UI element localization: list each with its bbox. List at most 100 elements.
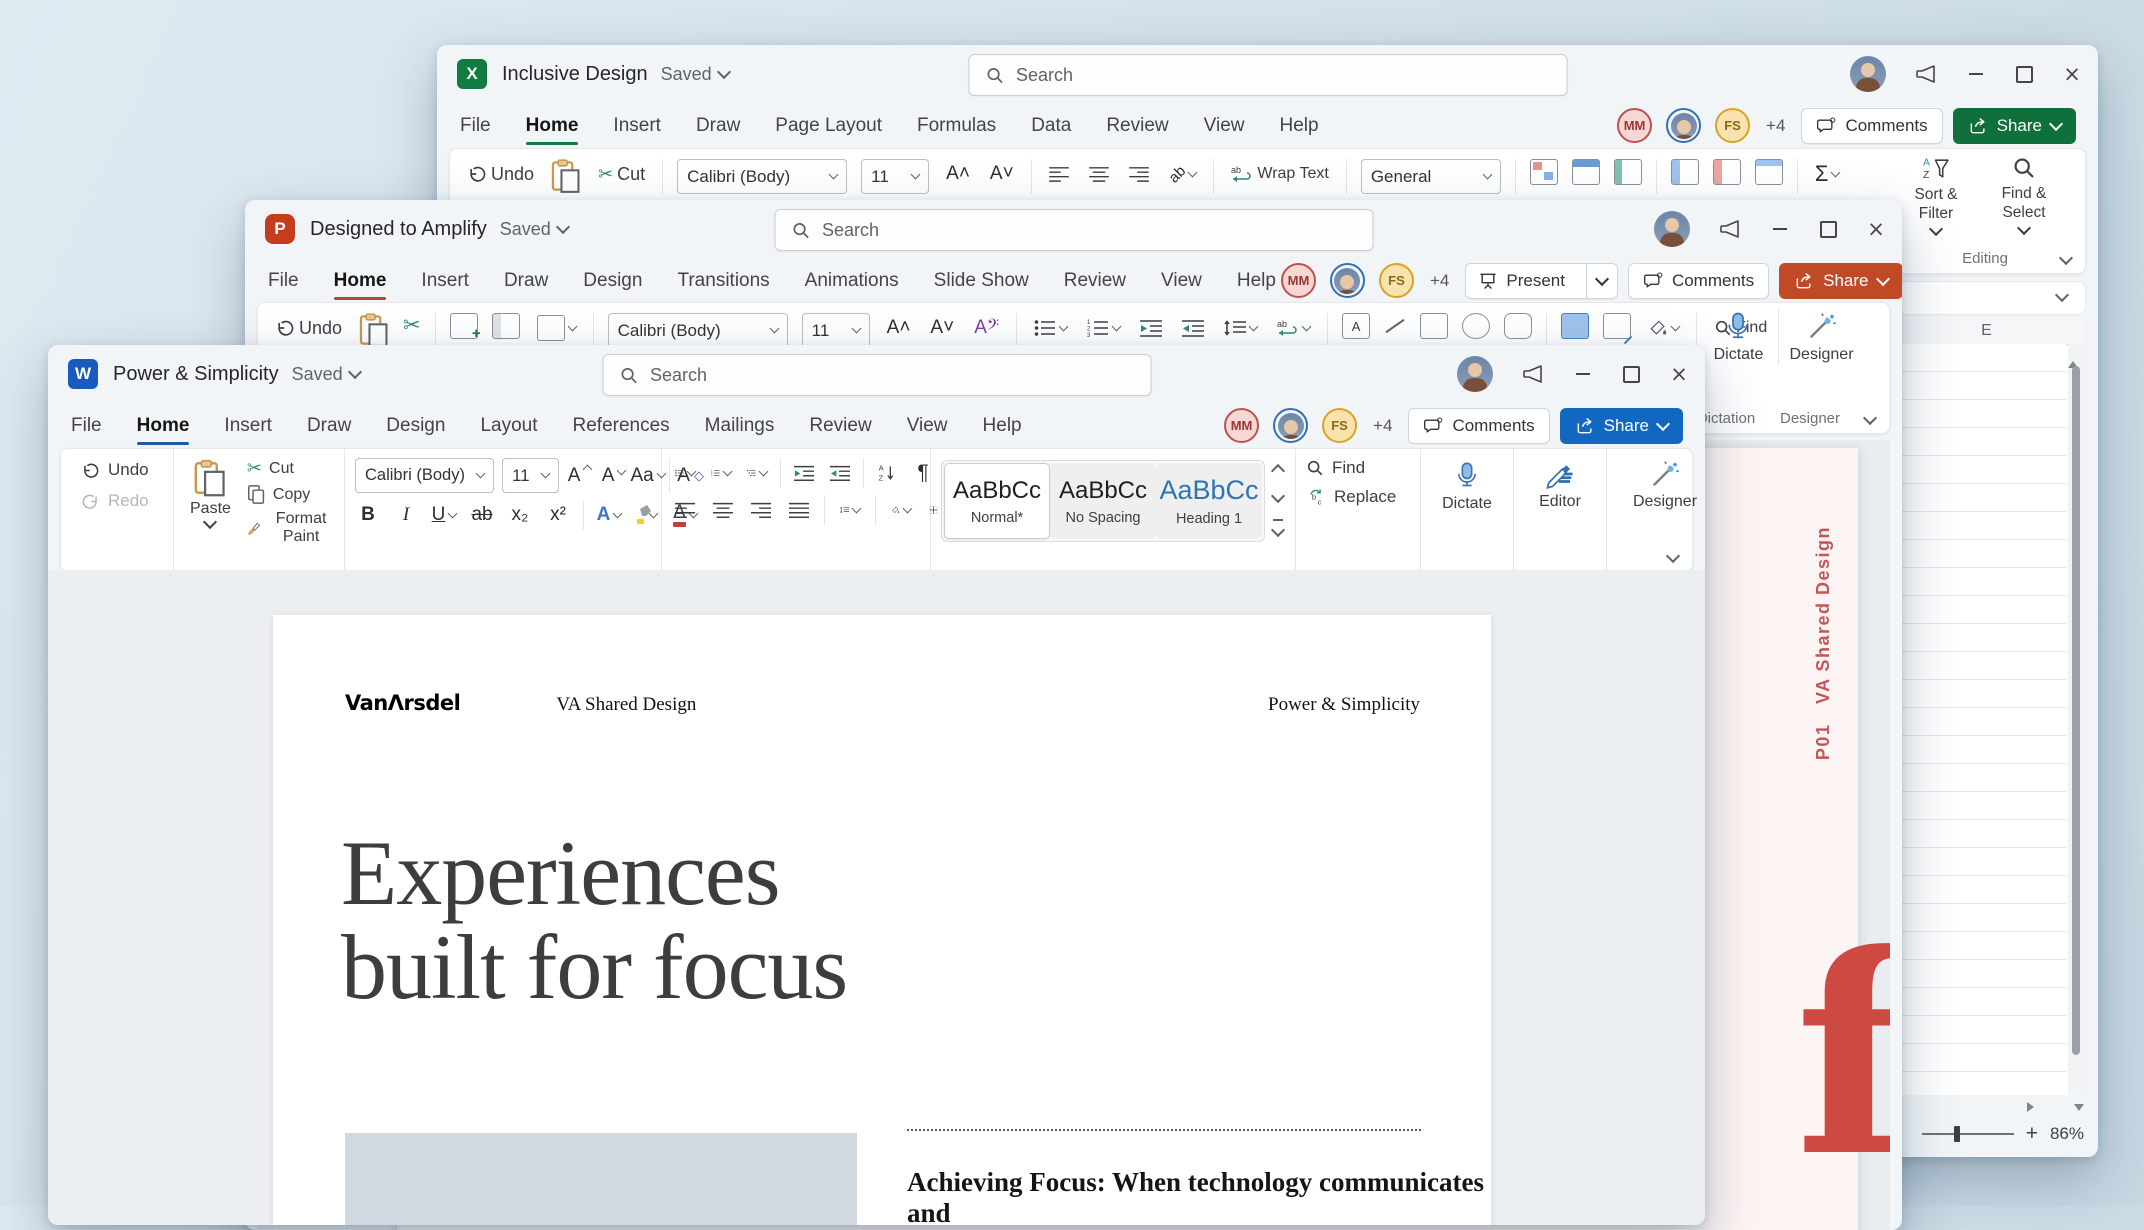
paste-button[interactable]: Paste xyxy=(184,458,237,580)
zoom-in-button[interactable]: + xyxy=(2026,1122,2038,1146)
increase-indent-button[interactable] xyxy=(1179,313,1207,343)
maximize-button[interactable] xyxy=(2014,64,2034,84)
excel-vertical-scrollbar[interactable] xyxy=(2068,344,2084,1095)
conditional-formatting-icon[interactable] xyxy=(1529,159,1558,185)
present-dropdown[interactable] xyxy=(1585,263,1617,298)
menu-item-mailings[interactable]: Mailings xyxy=(704,407,776,445)
quick-styles-icon[interactable] xyxy=(1603,313,1633,345)
align-middle-icon[interactable] xyxy=(1086,159,1112,189)
menu-item-view[interactable]: View xyxy=(1203,107,1246,145)
editor-button[interactable]: Editor xyxy=(1524,458,1596,512)
sort-button[interactable] xyxy=(874,458,900,488)
find-button[interactable]: Find xyxy=(1306,458,1365,478)
zoom-slider-thumb[interactable] xyxy=(1953,1126,1960,1142)
ppt-font-size-select[interactable]: 11 xyxy=(801,313,870,348)
insert-cells-icon[interactable] xyxy=(1670,159,1699,185)
zoom-level[interactable]: 86% xyxy=(2050,1124,2084,1144)
style-scroll-down[interactable] xyxy=(1270,488,1286,503)
presence-badge-mm[interactable]: MM xyxy=(1280,263,1316,298)
menu-item-home[interactable]: Home xyxy=(333,262,388,300)
ribbon-collapse-chevron[interactable] xyxy=(2058,250,2074,266)
align-center-button[interactable] xyxy=(710,495,736,525)
menu-item-data[interactable]: Data xyxy=(1030,107,1072,145)
ppt-dictate-button[interactable]: Dictate xyxy=(1702,309,1774,365)
cut-button[interactable]: ✂ Cut xyxy=(247,458,294,479)
presence-badge-mm[interactable]: MM xyxy=(1224,408,1260,443)
format-as-table-icon[interactable] xyxy=(1571,159,1600,185)
ribbon-collapse-chevron[interactable] xyxy=(1862,410,1878,426)
maximize-button[interactable] xyxy=(1818,219,1838,239)
numbering-button[interactable] xyxy=(1084,313,1123,343)
superscript-button[interactable]: x² xyxy=(545,500,571,530)
format-cells-icon[interactable] xyxy=(1754,159,1783,185)
menu-item-review[interactable]: Review xyxy=(1063,262,1127,300)
style-scroll-up[interactable] xyxy=(1270,463,1286,479)
share-button[interactable]: Share xyxy=(1952,107,2076,144)
change-case-button[interactable]: Aa xyxy=(630,461,667,491)
grow-font-button[interactable]: A˄ xyxy=(943,159,973,189)
find-select-button[interactable]: Find & Select xyxy=(1983,155,2065,235)
align-left-button[interactable] xyxy=(672,495,698,525)
style-card[interactable]: AaBbCc Normal* xyxy=(944,463,1050,539)
menu-item-help[interactable]: Help xyxy=(982,407,1023,445)
comments-button[interactable]: Comments xyxy=(1801,107,1943,144)
account-avatar[interactable] xyxy=(1457,356,1493,392)
scroll-right-icon[interactable] xyxy=(2027,1102,2034,1112)
sort-filter-button[interactable]: Sort & Filter xyxy=(1895,155,1977,236)
menu-item-design[interactable]: Design xyxy=(582,262,643,300)
word-undo-button[interactable]: Undo xyxy=(77,458,163,482)
autosum-button[interactable]: Σ xyxy=(1812,159,1843,189)
align-bottom-icon[interactable] xyxy=(1126,159,1152,189)
bullets-button[interactable] xyxy=(1031,313,1070,343)
menu-item-review[interactable]: Review xyxy=(808,407,872,445)
dictate-button[interactable]: Dictate xyxy=(1431,458,1503,514)
highlight-button[interactable] xyxy=(634,500,660,530)
menu-item-page-layout[interactable]: Page Layout xyxy=(774,107,883,145)
presence-badge-mm[interactable]: MM xyxy=(1617,108,1653,143)
rounded-rectangle-icon[interactable] xyxy=(1504,313,1533,339)
menu-item-file[interactable]: File xyxy=(70,407,103,445)
excel-saved-dropdown[interactable]: Saved xyxy=(661,64,731,85)
menu-item-draw[interactable]: Draw xyxy=(695,107,741,145)
presence-more[interactable]: +4 xyxy=(1373,416,1392,436)
line-spacing-button[interactable] xyxy=(1221,313,1260,343)
slide-layout-icon[interactable] xyxy=(491,313,520,339)
minimize-button[interactable] xyxy=(1573,364,1593,384)
strikethrough-button[interactable]: ab xyxy=(469,500,495,530)
grow-font-button[interactable]: A˄ xyxy=(884,313,914,343)
format-painter-button[interactable]: Format Paint xyxy=(247,510,334,546)
excel-sheet[interactable]: E xyxy=(1889,317,2084,1095)
rectangle-shape-icon[interactable] xyxy=(1420,313,1449,339)
ppt-font-name-select[interactable]: Calibri (Body) xyxy=(607,313,788,348)
menu-item-layout[interactable]: Layout xyxy=(479,407,538,445)
menu-item-references[interactable]: References xyxy=(572,407,671,445)
zoom-slider[interactable] xyxy=(1921,1126,2014,1142)
menu-item-draw[interactable]: Draw xyxy=(306,407,352,445)
megaphone-icon[interactable] xyxy=(1521,362,1545,386)
account-avatar[interactable] xyxy=(1850,56,1886,92)
excel-column-header[interactable]: E xyxy=(1889,317,2084,345)
shape-fill-button[interactable] xyxy=(1645,313,1682,343)
decrease-indent-button[interactable] xyxy=(791,458,817,488)
arrange-icon[interactable] xyxy=(1561,313,1590,339)
slide-reuse-button[interactable] xyxy=(534,313,579,343)
menu-item-slide-show[interactable]: Slide Show xyxy=(933,262,1030,300)
word-search-input[interactable]: Search xyxy=(602,354,1151,396)
presence-badge-photo[interactable] xyxy=(1273,408,1309,443)
presence-more[interactable]: +4 xyxy=(1766,116,1785,136)
orientation-button[interactable]: ab xyxy=(1165,159,1200,189)
wrap-text-button[interactable]: Wrap Text xyxy=(1228,159,1331,189)
style-card[interactable]: AaBbCc Heading 1 xyxy=(1156,463,1262,539)
shrink-font-button[interactable]: A˅ xyxy=(987,159,1017,189)
designer-button[interactable]: Designer xyxy=(1617,458,1705,512)
close-button[interactable]: × xyxy=(2062,63,2082,84)
increase-indent-button[interactable] xyxy=(827,458,853,488)
share-button[interactable]: Share xyxy=(1559,407,1683,444)
menu-item-file[interactable]: File xyxy=(459,107,492,145)
bold-button[interactable]: B xyxy=(355,500,381,530)
multilevel-list-button[interactable] xyxy=(744,458,770,488)
grow-font-button[interactable]: A xyxy=(567,461,593,491)
ppt-undo-button[interactable]: Undo xyxy=(272,313,345,343)
word-document-page[interactable]: VanΛrsdel VA Shared Design Power & Simpl… xyxy=(273,615,1491,1225)
presence-badge-photo[interactable] xyxy=(1666,108,1702,143)
